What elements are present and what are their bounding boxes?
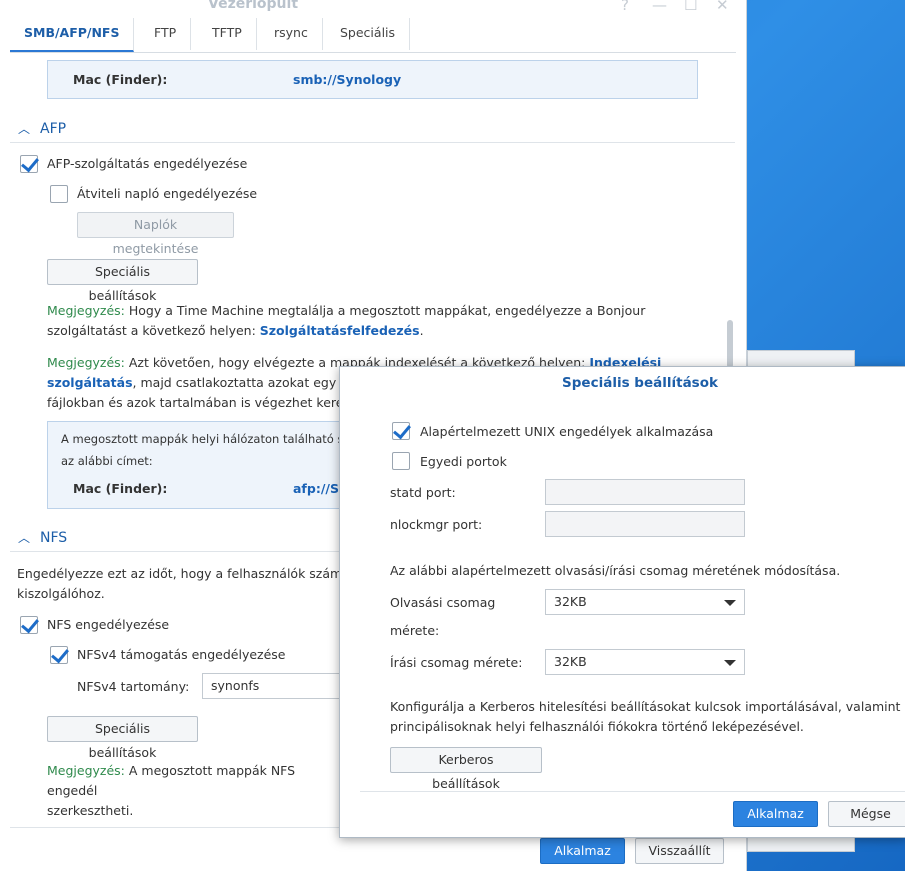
custom-ports-checkbox[interactable] xyxy=(392,452,410,470)
tab-bar: SMB/AFP/NFS FTP TFTP rsync Speciális xyxy=(10,18,736,53)
afp-mac-label: Mac (Finder): xyxy=(73,481,168,496)
nlockmgr-port-label: nlockmgr port: xyxy=(390,517,483,532)
reset-button[interactable]: Visszaállít xyxy=(635,838,724,864)
unix-permissions-label: Alapértelmezett UNIX engedélyek alkalmaz… xyxy=(420,424,714,439)
nfsv4-checkbox[interactable] xyxy=(50,646,68,664)
close-icon[interactable]: ✕ xyxy=(716,0,729,14)
tab-smb-afp-nfs[interactable]: SMB/AFP/NFS xyxy=(10,18,135,52)
smb-address-box: Mac (Finder): smb://Synology xyxy=(47,60,698,99)
tab-ftp[interactable]: FTP xyxy=(140,18,192,50)
window-title: Vezérlőpult xyxy=(208,0,299,12)
divider xyxy=(10,142,735,143)
dialog-cancel-button[interactable]: Mégse xyxy=(828,801,905,827)
afp-enable-label: AFP-szolgáltatás engedélyezése xyxy=(47,156,248,171)
afp-transfer-log-label: Átviteli napló engedélyezése xyxy=(77,186,258,201)
nfs-note: Megjegyzés: A megosztott mappák NFS enge… xyxy=(47,761,347,821)
nfs-enable-checkbox[interactable] xyxy=(20,616,38,634)
note-text: fájlokban és azok tartalmában is végezhe… xyxy=(47,395,350,410)
chevron-up-icon: ︿ xyxy=(18,531,31,545)
tab-rsync[interactable]: rsync xyxy=(260,18,323,50)
nfsv4-domain-label: NFSv4 tartomány: xyxy=(77,679,190,694)
dropdown-arrow-icon xyxy=(724,660,736,666)
nfs-desc-line1: Engedélyezze ezt az időt, hogy a felhasz… xyxy=(17,566,355,581)
write-packet-select[interactable]: 32KB xyxy=(545,649,745,675)
note-text: , majd csatlakoztatta azokat egy M xyxy=(132,375,351,390)
kerberos-settings-button[interactable]: Kerberos beállítások xyxy=(390,747,542,791)
apply-button[interactable]: Alkalmaz xyxy=(540,838,625,864)
service-discovery-link[interactable]: Szolgáltatásfelfedezés xyxy=(260,323,420,338)
read-packet-label-2: mérete: xyxy=(390,623,440,638)
tab-tftp[interactable]: TFTP xyxy=(198,18,257,50)
nfs-description: Engedélyezze ezt az időt, hogy a felhasz… xyxy=(17,564,357,604)
write-packet-value: 32KB xyxy=(554,654,587,669)
read-packet-label: Olvasási csomag xyxy=(390,595,496,610)
custom-ports-label: Egyedi portok xyxy=(420,454,507,469)
read-packet-value: 32KB xyxy=(554,594,587,609)
advanced-settings-dialog: Speciális beállítások Alapértelmezett UN… xyxy=(339,366,905,838)
statd-port-input[interactable] xyxy=(545,479,745,505)
nfsv4-label: NFSv4 támogatás engedélyezése xyxy=(77,647,286,662)
dialog-apply-button[interactable]: Alkalmaz xyxy=(733,801,818,827)
note-prefix: Megjegyzés: xyxy=(47,303,125,318)
nfs-advanced-settings-button[interactable]: Speciális beállítások xyxy=(47,716,198,760)
minimize-icon[interactable]: — xyxy=(652,0,667,14)
nlockmgr-port-input[interactable] xyxy=(545,511,745,537)
nfsv4-domain-input[interactable]: synonfs xyxy=(202,673,352,699)
tab-special[interactable]: Speciális xyxy=(326,18,411,50)
kerberos-description: Konfigurálja a Kerberos hitelesítési beá… xyxy=(390,697,905,737)
dialog-title: Speciális beállítások xyxy=(562,375,718,391)
help-icon[interactable]: ? xyxy=(621,0,629,14)
afp-mac-value: afp://S xyxy=(293,481,339,496)
kerberos-desc-line2: principálisoknak helyi felhasználói fiók… xyxy=(390,719,804,734)
write-packet-label: Írási csomag mérete: xyxy=(390,655,523,670)
nfs-section-header[interactable]: ︿ NFS xyxy=(18,529,67,546)
note-end: . xyxy=(419,323,424,338)
nfs-enable-label: NFS engedélyezése xyxy=(47,617,170,632)
afp-advanced-settings-button[interactable]: Speciális beállítások xyxy=(47,259,198,303)
packet-size-description: Az alábbi alapértelmezett olvasási/írási… xyxy=(390,563,841,578)
afp-transfer-log-checkbox[interactable] xyxy=(50,185,68,203)
nfs-heading: NFS xyxy=(40,530,68,546)
afp-box-line2: az alábbi címet: xyxy=(61,454,153,468)
afp-box-line1: A megosztott mappák helyi hálózaton talá… xyxy=(61,432,357,446)
dialog-footer-divider xyxy=(360,791,905,792)
afp-enable-checkbox[interactable] xyxy=(20,155,38,173)
nfs-desc-line2: kiszolgálóhoz. xyxy=(17,586,105,601)
note-prefix: Megjegyzés: xyxy=(47,763,125,778)
unix-permissions-checkbox[interactable] xyxy=(392,422,410,440)
note-prefix: Megjegyzés: xyxy=(47,355,125,370)
kerberos-desc-line1: Konfigurálja a Kerberos hitelesítési beá… xyxy=(390,699,901,714)
dropdown-arrow-icon xyxy=(724,600,736,606)
scrollbar-thumb[interactable] xyxy=(727,320,733,368)
note-text: szerkesztheti. xyxy=(47,803,134,818)
afp-note-time-machine: Megjegyzés: Hogy a Time Machine megtalál… xyxy=(47,301,722,341)
afp-section-header[interactable]: ︿ AFP xyxy=(18,120,66,137)
view-logs-button[interactable]: Naplók megtekintése xyxy=(77,212,234,256)
statd-port-label: statd port: xyxy=(390,485,456,500)
afp-heading: AFP xyxy=(40,121,67,137)
maximize-icon[interactable]: ☐ xyxy=(684,0,697,14)
read-packet-select[interactable]: 32KB xyxy=(545,589,745,615)
smb-mac-label: Mac (Finder): xyxy=(73,72,168,87)
smb-mac-value: smb://Synology xyxy=(293,72,402,87)
chevron-up-icon: ︿ xyxy=(18,122,31,136)
